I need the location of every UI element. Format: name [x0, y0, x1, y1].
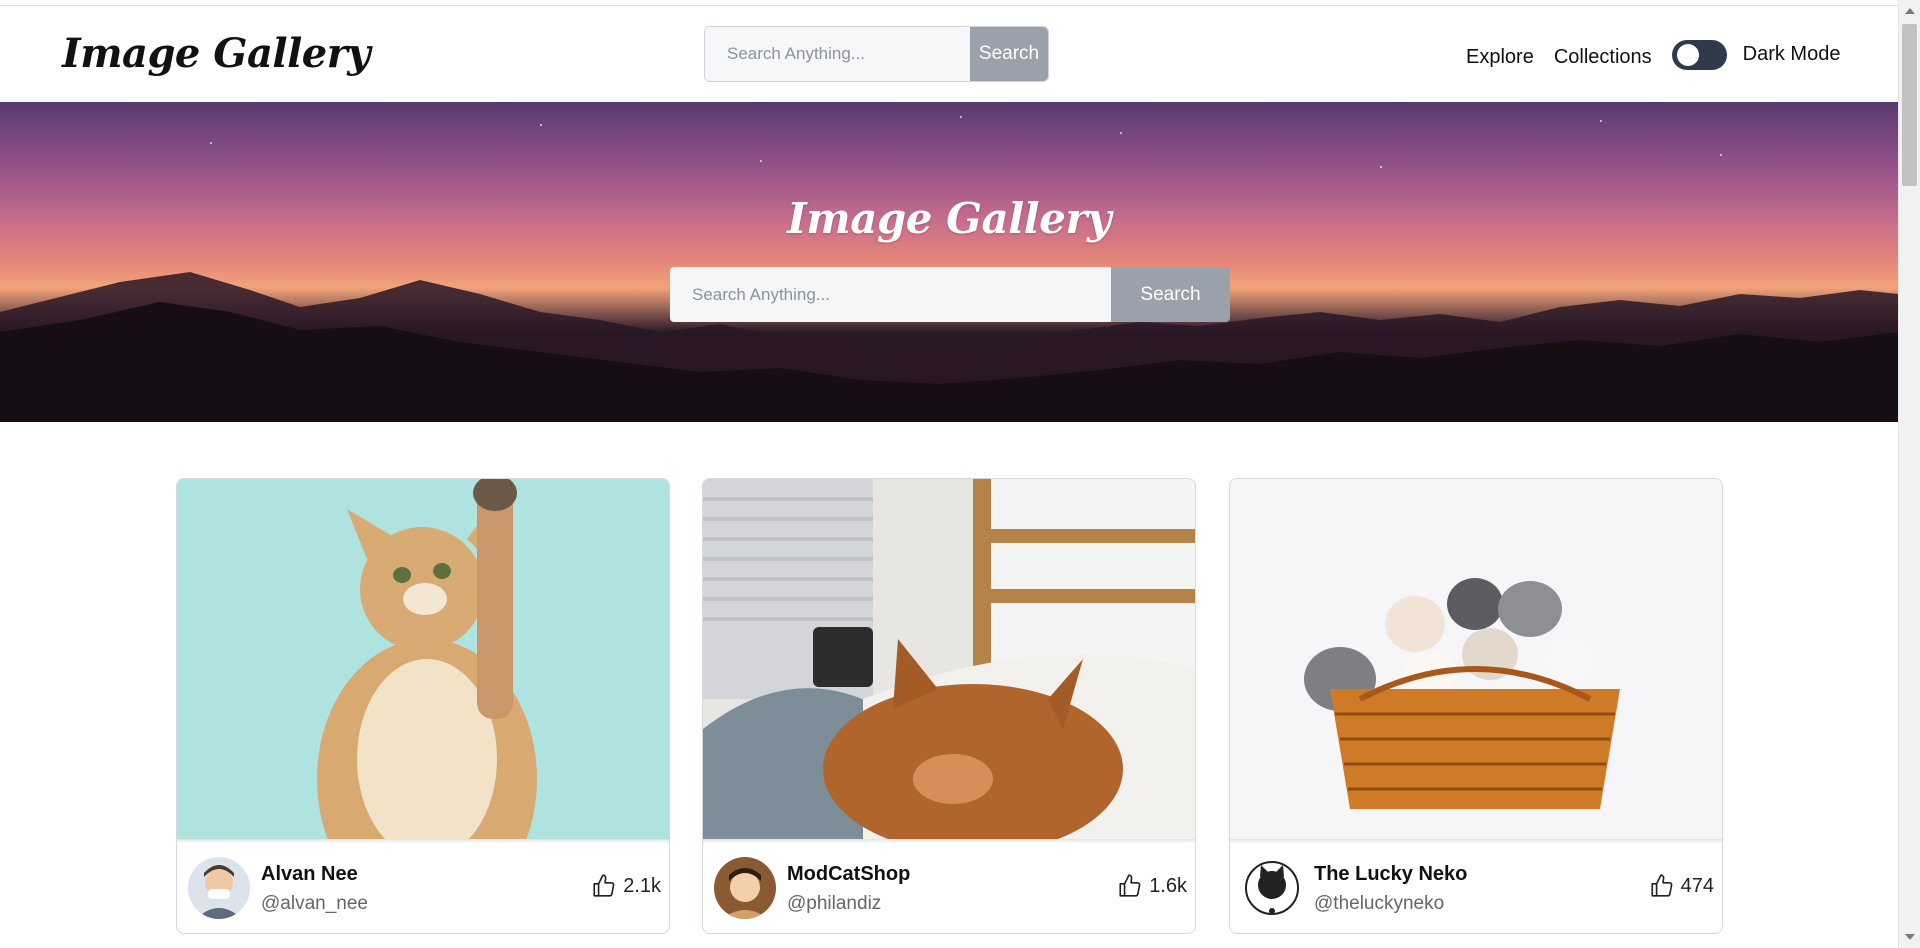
brand-logo[interactable]: Image Gallery [62, 30, 371, 77]
likes-count[interactable]: 2.1k [591, 873, 661, 899]
nav-search-button[interactable]: Search [970, 27, 1048, 81]
image-card[interactable]: The Lucky Neko @theluckyneko 474 [1229, 478, 1723, 934]
likes-count[interactable]: 474 [1649, 873, 1714, 899]
avatar[interactable] [188, 857, 250, 919]
user-name[interactable]: The Lucky Neko [1314, 863, 1467, 886]
user-name[interactable]: ModCatShop [787, 863, 910, 886]
card-photo-kittens-basket[interactable] [1230, 479, 1722, 839]
card-photo-kitten[interactable] [177, 479, 669, 839]
card-footer: ModCatShop @philandiz 1.6k [703, 839, 1195, 933]
nav-link-explore[interactable]: Explore [1466, 46, 1534, 69]
image-card[interactable]: ModCatShop @philandiz 1.6k [702, 478, 1196, 934]
card-photo-sleeping-cat[interactable] [703, 479, 1195, 839]
navbar: Image Gallery Search Explore Collections… [0, 6, 1898, 102]
nav-links: Explore Collections Dark Mode [1466, 40, 1841, 72]
hero-title: Image Gallery [787, 194, 1111, 243]
likes-count[interactable]: 1.6k [1117, 873, 1187, 899]
thumbs-up-icon [1651, 874, 1673, 897]
nav-search-form: Search [704, 26, 1049, 82]
avatar[interactable] [714, 857, 776, 919]
user-handle: @theluckyneko [1314, 893, 1445, 914]
scroll-up-icon[interactable] [1905, 8, 1915, 14]
hero-banner: Image Gallery Search [0, 102, 1898, 422]
dark-mode-toggle[interactable] [1671, 40, 1727, 70]
user-handle: @philandiz [787, 893, 882, 914]
avatar[interactable] [1241, 857, 1303, 919]
scrollbar-thumb[interactable] [1902, 24, 1917, 186]
hero-search-form: Search [670, 267, 1230, 322]
hero-search-input[interactable] [670, 267, 1111, 322]
user-name[interactable]: Alvan Nee [261, 863, 358, 886]
nav-link-collections[interactable]: Collections [1554, 46, 1652, 69]
nav-search-input[interactable] [705, 27, 970, 81]
thumbs-up-icon [593, 874, 615, 897]
likes-value: 1.6k [1149, 874, 1187, 897]
thumbs-up-icon [1119, 874, 1141, 897]
likes-value: 474 [1680, 874, 1714, 897]
page-scrollbar[interactable] [1898, 0, 1920, 948]
user-handle: @alvan_nee [261, 893, 368, 914]
image-card[interactable]: Alvan Nee @alvan_nee 2.1k [176, 478, 670, 934]
likes-value: 2.1k [623, 874, 661, 897]
hero-search-button[interactable]: Search [1111, 267, 1230, 322]
card-footer: The Lucky Neko @theluckyneko 474 [1230, 839, 1722, 933]
toggle-knob [1676, 44, 1699, 66]
card-footer: Alvan Nee @alvan_nee 2.1k [177, 839, 669, 933]
dark-mode-label: Dark Mode [1742, 42, 1841, 65]
scroll-down-icon[interactable] [1905, 934, 1915, 940]
